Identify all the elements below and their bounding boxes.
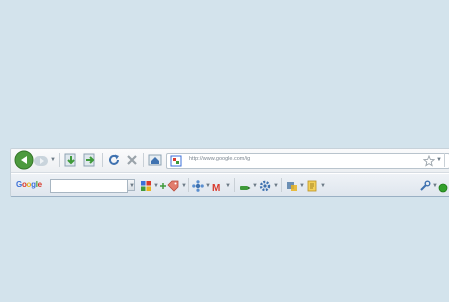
gmail-icon: M <box>212 183 221 194</box>
reload-icon <box>109 154 119 165</box>
notebook-icon <box>307 180 317 192</box>
highlighter-icon <box>240 186 251 190</box>
google-search-input[interactable] <box>50 179 128 193</box>
google-apps-icon <box>141 181 151 191</box>
home-button[interactable] <box>148 153 162 167</box>
status-indicator[interactable] <box>438 180 448 193</box>
search-dropdown-button[interactable]: ▼ <box>127 179 135 191</box>
google-logo[interactable]: Google <box>16 180 42 189</box>
history-dropdown-arrow[interactable]: ▼ <box>50 157 56 163</box>
dropdown-arrow[interactable]: ▼ <box>299 183 305 189</box>
dropdown-arrow[interactable]: ▼ <box>205 183 211 189</box>
page-forward-button[interactable] <box>83 153 97 167</box>
wrench-icon <box>420 180 431 191</box>
dropdown-arrow[interactable]: ▼ <box>273 183 279 189</box>
plus-icon <box>160 183 166 189</box>
stop-icon <box>127 155 137 165</box>
share-button[interactable] <box>192 179 204 192</box>
google-toolbar: Google ▼ ▼ ▼ ▼ M ▼ ▼ ▼ ▼ ▼ ▼ <box>11 173 449 196</box>
add-button[interactable] <box>159 179 167 191</box>
dropdown-arrow[interactable]: ▼ <box>225 183 231 189</box>
bookmarks-button[interactable] <box>167 179 179 192</box>
toolbar-divider <box>444 153 445 167</box>
translate-icon <box>287 182 297 191</box>
page-action-button[interactable] <box>64 153 78 167</box>
address-bar[interactable]: http://www.google.com/ig <box>166 153 449 169</box>
toolbar-divider <box>143 153 144 167</box>
translate-button[interactable] <box>286 179 298 191</box>
toolbar-divider <box>281 178 282 192</box>
highlight-button[interactable] <box>239 180 251 190</box>
page-down-icon <box>64 153 76 167</box>
logo-letter: e <box>37 180 42 189</box>
settings-button[interactable] <box>259 179 271 192</box>
dropdown-arrow[interactable]: ▼ <box>320 183 326 189</box>
dropdown-arrow[interactable]: ▼ <box>252 183 258 189</box>
toolbar-divider <box>102 153 103 167</box>
back-arrow-icon <box>14 150 34 170</box>
notebook-button[interactable] <box>306 179 318 192</box>
site-favicon-icon <box>170 155 182 167</box>
bookmark-star-button[interactable] <box>422 154 436 167</box>
reload-button[interactable] <box>107 153 121 167</box>
green-dot-icon <box>438 183 448 193</box>
gmail-button[interactable]: M <box>212 178 224 194</box>
chevron-down-icon: ▼ <box>129 183 135 189</box>
browser-chrome: ▼ http://www.google.com/ig ▼ Google ▼ ▼ … <box>10 148 449 197</box>
page-right-icon <box>83 153 95 167</box>
home-icon <box>148 154 162 166</box>
share-icon <box>192 180 204 192</box>
dropdown-arrow[interactable]: ▼ <box>181 183 187 189</box>
back-button[interactable] <box>13 149 35 171</box>
bookmark-tag-icon <box>167 180 179 192</box>
gear-icon <box>259 180 271 192</box>
navigation-toolbar: ▼ http://www.google.com/ig ▼ <box>11 149 449 173</box>
forward-arrow-icon <box>34 156 48 166</box>
toolbar-divider <box>234 178 235 192</box>
stop-button[interactable] <box>125 153 139 167</box>
toolbar-options-button[interactable] <box>419 179 431 191</box>
toolbar-divider <box>59 153 60 167</box>
address-dropdown-arrow[interactable]: ▼ <box>436 157 442 163</box>
star-icon <box>422 154 436 167</box>
address-text: http://www.google.com/ig <box>189 156 251 162</box>
forward-button[interactable] <box>33 154 49 166</box>
toolbar-divider <box>188 178 189 192</box>
google-apps-button[interactable] <box>140 179 152 191</box>
